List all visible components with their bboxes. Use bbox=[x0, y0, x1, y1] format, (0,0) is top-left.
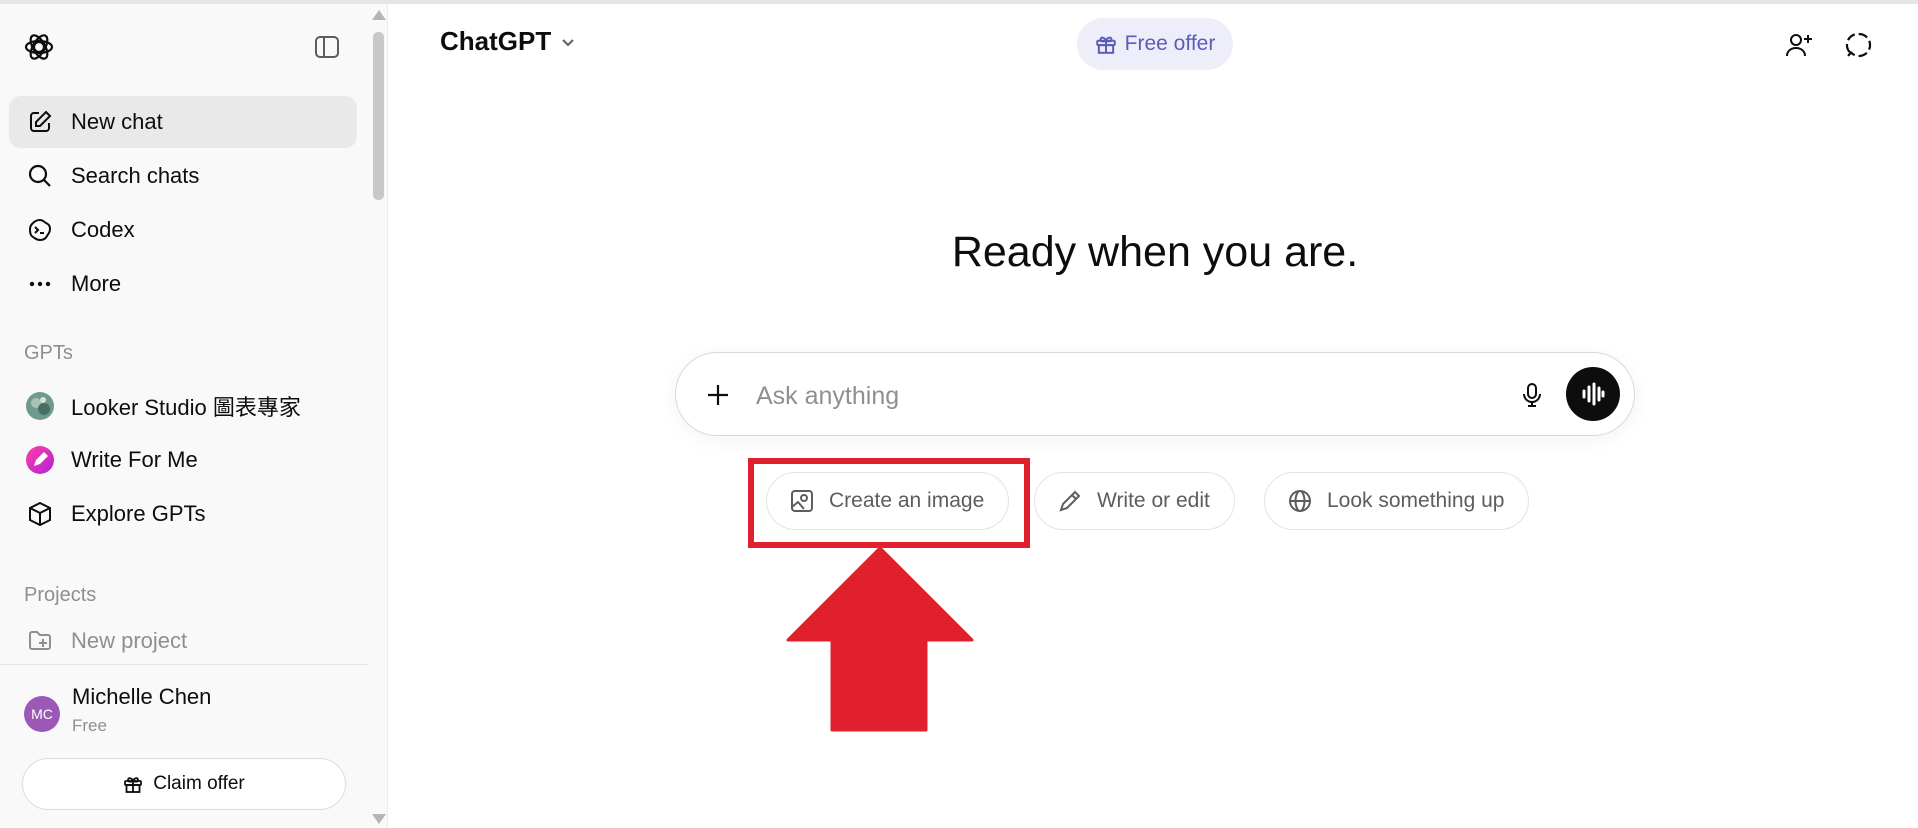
model-name: ChatGPT bbox=[440, 26, 552, 56]
user-name[interactable]: Michelle Chen bbox=[72, 684, 211, 710]
annotation-arrow-icon bbox=[786, 546, 974, 732]
sidebar-toggle-icon[interactable] bbox=[314, 34, 340, 60]
microphone-icon[interactable] bbox=[1516, 379, 1548, 411]
sidebar: New chat Search chats Codex More GPTs Lo… bbox=[0, 4, 388, 828]
chip-label: Write or edit bbox=[1097, 489, 1210, 512]
sidebar-item-explore-gpts[interactable]: Explore GPTs bbox=[9, 488, 357, 540]
gpt-avatar-looker bbox=[25, 391, 55, 421]
scroll-down-arrow[interactable] bbox=[372, 814, 386, 824]
user-plan: Free bbox=[72, 716, 107, 735]
sidebar-item-label: New chat bbox=[71, 109, 163, 134]
search-icon bbox=[25, 161, 55, 191]
sidebar-item-label: New project bbox=[71, 628, 188, 653]
write-or-edit-chip[interactable]: Write or edit bbox=[1034, 472, 1235, 530]
edit-icon bbox=[25, 107, 55, 137]
sidebar-item-search-chats[interactable]: Search chats bbox=[9, 150, 357, 202]
openai-logo-icon[interactable] bbox=[22, 30, 56, 64]
sidebar-item-looker-studio[interactable]: Looker Studio 圖表專家 bbox=[9, 380, 357, 432]
avatar[interactable]: MC bbox=[24, 696, 60, 732]
sidebar-item-new-project[interactable]: New project bbox=[9, 620, 357, 662]
composer bbox=[675, 352, 1635, 436]
sidebar-item-label: Write For Me bbox=[71, 447, 198, 472]
sidebar-divider bbox=[0, 664, 368, 665]
plus-icon[interactable] bbox=[702, 379, 734, 411]
sidebar-item-label: Search chats bbox=[71, 163, 200, 188]
look-something-up-chip[interactable]: Look something up bbox=[1264, 472, 1530, 530]
gift-icon bbox=[1095, 36, 1116, 54]
add-people-icon[interactable] bbox=[1784, 30, 1814, 60]
waveform-icon bbox=[1582, 382, 1605, 406]
free-offer-button[interactable]: Free offer bbox=[1077, 18, 1233, 70]
model-selector[interactable]: ChatGPT bbox=[440, 26, 577, 57]
sidebar-item-label: Looker Studio 圖表專家 bbox=[71, 395, 301, 420]
globe-icon bbox=[1289, 490, 1311, 512]
gift-icon bbox=[124, 777, 143, 793]
folder-plus-icon bbox=[25, 626, 55, 656]
cube-icon bbox=[25, 499, 55, 529]
temporary-chat-icon[interactable] bbox=[1844, 30, 1874, 60]
sidebar-scrollbar-thumb[interactable] bbox=[373, 32, 384, 200]
page-title: Ready when you are. bbox=[951, 228, 1359, 276]
sidebar-item-label: Explore GPTs bbox=[71, 501, 206, 526]
free-offer-label: Free offer bbox=[1124, 32, 1216, 55]
prompt-input[interactable] bbox=[754, 373, 1478, 419]
scroll-up-arrow[interactable] bbox=[372, 10, 386, 20]
sidebar-item-new-chat[interactable]: New chat bbox=[9, 96, 357, 148]
gpts-heading: GPTs bbox=[24, 342, 73, 364]
claim-offer-button[interactable]: Claim offer bbox=[22, 758, 346, 810]
annotation-highlight-box bbox=[748, 458, 1030, 548]
gpt-avatar-pencil bbox=[25, 445, 55, 475]
projects-heading: Projects bbox=[24, 584, 97, 606]
voice-mode-button[interactable] bbox=[1566, 367, 1620, 421]
claim-offer-label: Claim offer bbox=[153, 773, 245, 794]
chevron-down-icon bbox=[562, 38, 574, 46]
pencil-icon bbox=[1059, 490, 1081, 512]
chip-label: Look something up bbox=[1327, 489, 1505, 512]
sidebar-item-write-for-me[interactable]: Write For Me bbox=[9, 434, 357, 486]
